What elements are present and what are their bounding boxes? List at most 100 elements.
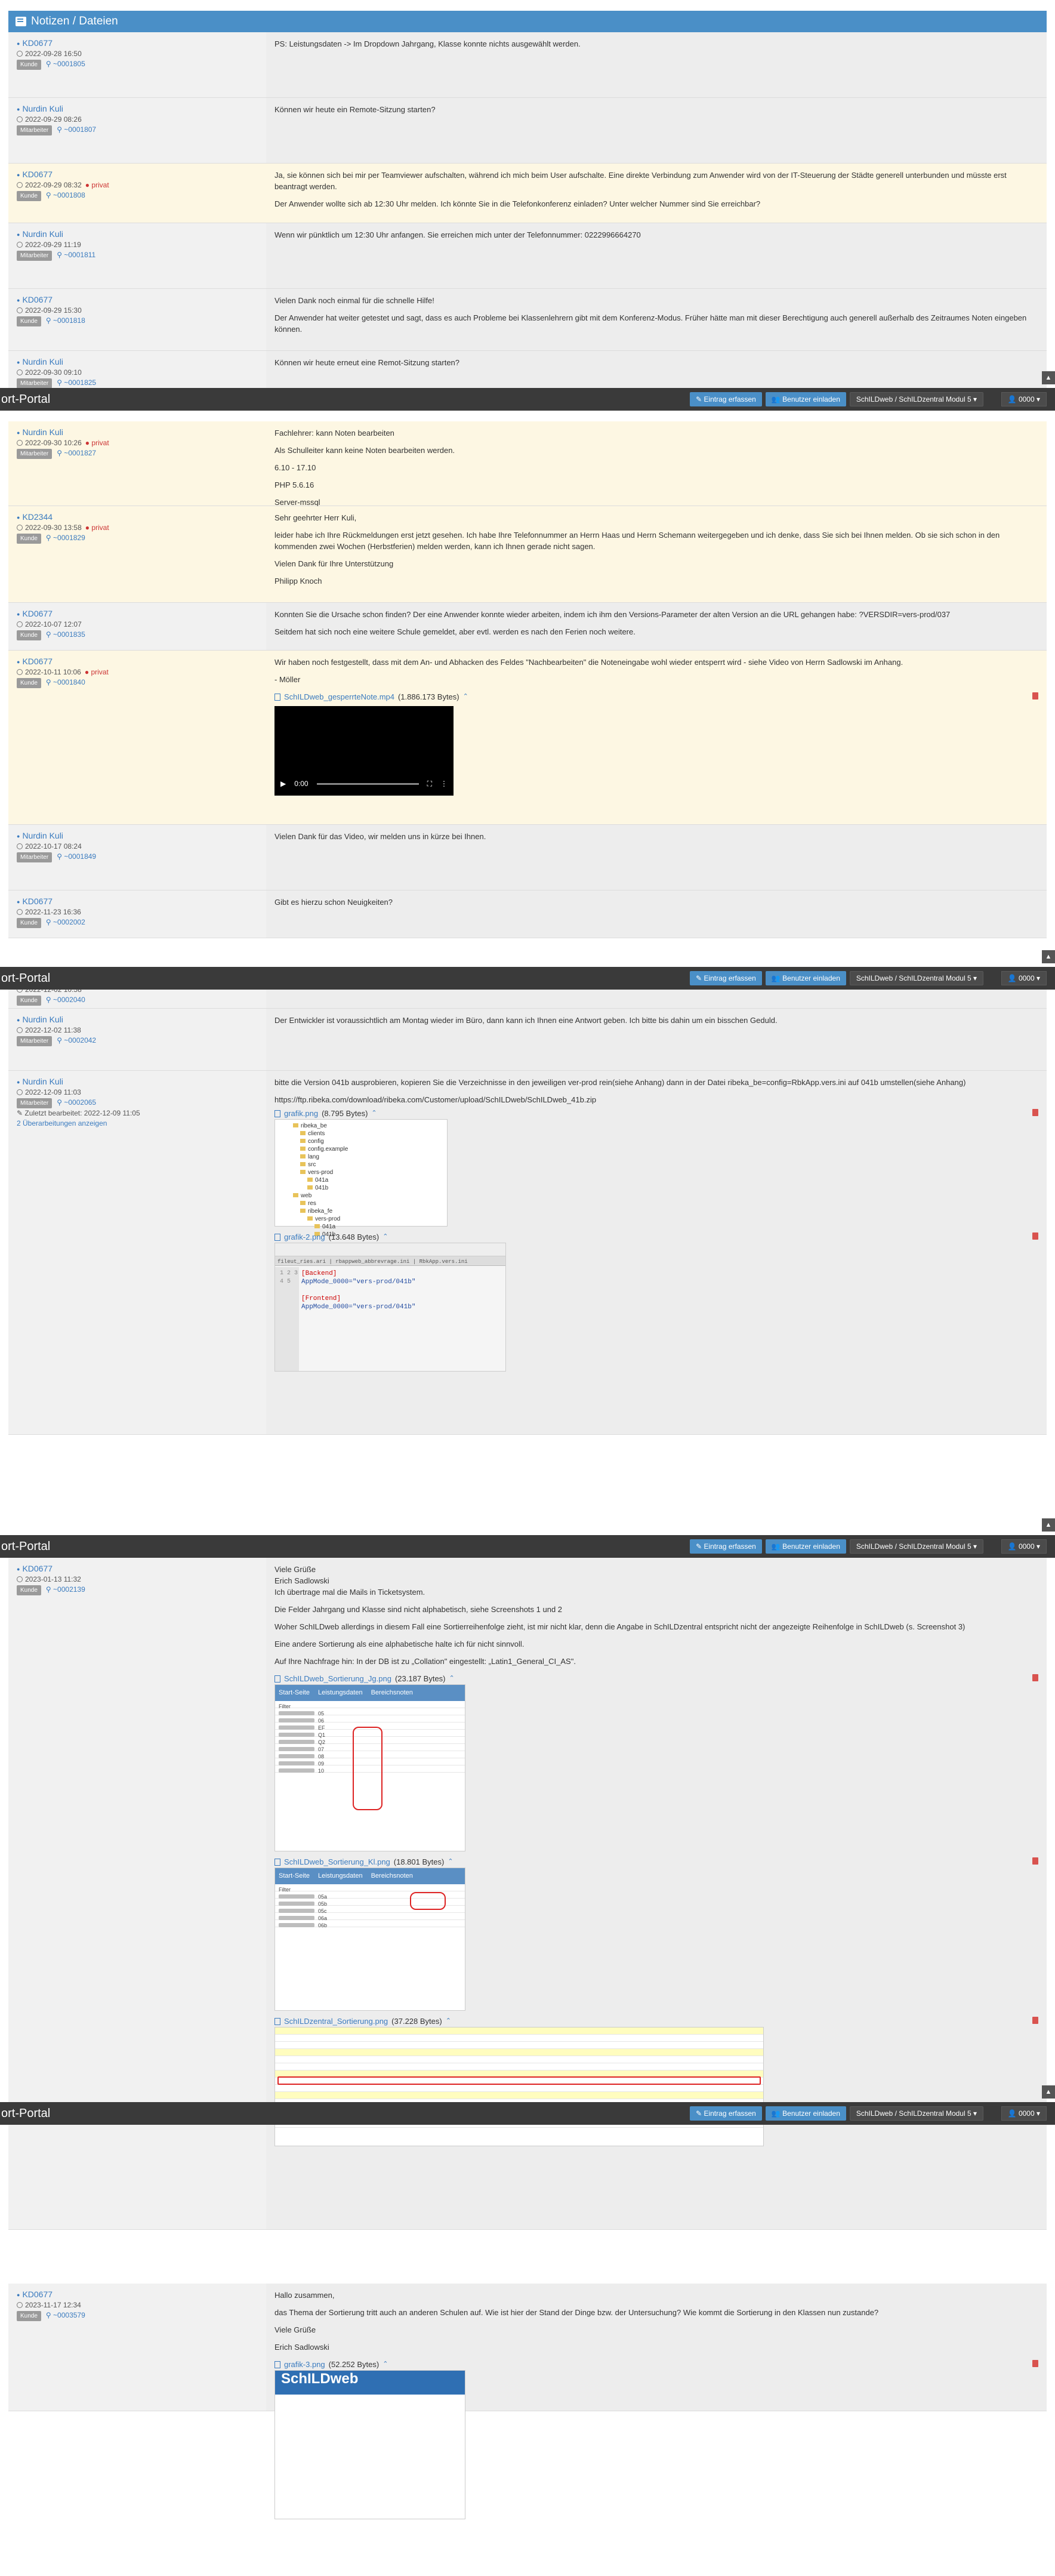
- chevron-up-icon[interactable]: ⌃: [449, 1673, 455, 1684]
- post-author[interactable]: KD0677: [17, 2290, 258, 2300]
- file-icon: [274, 1675, 280, 1683]
- user-menu[interactable]: 👤 0000 ▾: [1001, 2106, 1047, 2121]
- post-author[interactable]: KD0677: [17, 38, 258, 49]
- entry-button[interactable]: ✎ Eintrag erfassen: [690, 2106, 762, 2121]
- post-author[interactable]: Nurdin Kuli: [17, 1077, 258, 1087]
- clock-icon: [17, 525, 23, 531]
- chevron-up-icon[interactable]: ⌃: [382, 2359, 388, 2370]
- post-ref-link[interactable]: ⚲ ~0001808: [46, 191, 85, 199]
- trash-icon[interactable]: [1032, 2360, 1038, 2367]
- video-progress[interactable]: [316, 782, 419, 785]
- clock-icon: [17, 909, 23, 915]
- post-author[interactable]: KD0677: [17, 657, 258, 667]
- chevron-up-icon[interactable]: ⌃: [463, 691, 468, 702]
- post-text: Sehr geehrter Herr Kuli,: [274, 513, 357, 522]
- post-ref-link[interactable]: ⚲ ~0001805: [46, 60, 85, 68]
- invite-button[interactable]: 👥 Benutzer einladen: [765, 971, 846, 985]
- post-author[interactable]: KD0677: [17, 896, 258, 907]
- entry-button[interactable]: ✎ Eintrag erfassen: [690, 392, 762, 406]
- post-ref-link[interactable]: ⚲ ~0002042: [57, 1036, 96, 1044]
- chevron-up-icon[interactable]: ⌃: [448, 1856, 453, 1868]
- post-author[interactable]: Nurdin Kuli: [17, 229, 258, 240]
- trash-icon[interactable]: [1032, 1109, 1038, 1116]
- trash-icon[interactable]: [1032, 692, 1038, 700]
- trash-icon[interactable]: [1032, 1857, 1038, 1865]
- download-link[interactable]: https://ftp.ribeka.com/download/ribeka.c…: [274, 1094, 1038, 1105]
- filter-row: Filter: [275, 1701, 465, 1709]
- trash-icon[interactable]: [1032, 2017, 1038, 2024]
- user-menu[interactable]: 👤 0000 ▾: [1001, 971, 1047, 985]
- post-text: Vielen Dank für Ihre Unterstützung: [274, 559, 394, 568]
- more-icon[interactable]: ⋮: [440, 778, 448, 790]
- chevron-up-icon[interactable]: ⌃: [371, 1108, 377, 1119]
- post-author[interactable]: KD0677: [17, 609, 258, 620]
- attachment-name[interactable]: SchILDweb_Sortierung_Kl.png: [284, 1856, 390, 1868]
- post-author[interactable]: Nurdin Kuli: [17, 831, 258, 842]
- post-author[interactable]: KD2344: [17, 512, 258, 523]
- attachment-name[interactable]: grafik-2.png: [284, 1231, 325, 1243]
- post-author[interactable]: Nurdin Kuli: [17, 427, 258, 438]
- post-ref-link[interactable]: ⚲ ~0001849: [57, 852, 96, 861]
- post-author[interactable]: KD0677: [17, 170, 258, 180]
- post-ref-link[interactable]: ⚲ ~0002065: [57, 1098, 96, 1107]
- post: Nurdin Kuli2022-12-02 11:38Mitarbeiter ⚲ …: [8, 1009, 1047, 1071]
- play-icon[interactable]: ▶: [280, 778, 286, 790]
- post: KD06772022-09-29 08:32● privatKunde ⚲ ~00…: [8, 164, 1047, 223]
- post-ref-link[interactable]: ⚲ ~0001807: [57, 125, 96, 134]
- post-meta: Nurdin Kuli2022-09-30 10:26● privatMitar…: [8, 421, 266, 506]
- attachment-name[interactable]: SchILDweb_gesperrteNote.mp4: [284, 691, 394, 702]
- trash-icon[interactable]: [1032, 1674, 1038, 1681]
- post-ref-link[interactable]: ⚲ ~0002002: [46, 918, 85, 926]
- show-revisions-link[interactable]: 2 Überarbeitungen anzeigen: [17, 1118, 258, 1129]
- attachment-name[interactable]: grafik.png: [284, 1108, 318, 1119]
- post-author[interactable]: KD0677: [17, 295, 258, 306]
- chevron-up-icon[interactable]: ⌃: [382, 1231, 388, 1243]
- module-select[interactable]: SchILDweb / SchILDzentral Modul 5 ▾: [849, 2106, 983, 2121]
- user-menu[interactable]: 👤 0000 ▾: [1001, 1539, 1047, 1554]
- post-ref-link[interactable]: ⚲ ~0001811: [57, 251, 95, 259]
- code-line: [Backend]: [301, 1270, 337, 1277]
- post-ref-row: Kunde ⚲ ~0001840: [17, 677, 258, 688]
- post-ref-row: Kunde ⚲ ~0002002: [17, 917, 258, 928]
- post-date: 2022-09-29 08:32 ● privat: [17, 180, 258, 190]
- post-ref-link[interactable]: ⚲ ~0001827: [57, 449, 96, 457]
- post-author[interactable]: Nurdin Kuli: [17, 1015, 258, 1025]
- scroll-top-button[interactable]: ▲: [1042, 1518, 1055, 1532]
- post-ref-link[interactable]: ⚲ ~0001835: [46, 630, 85, 639]
- scroll-top-button[interactable]: ▲: [1042, 950, 1055, 963]
- post-author[interactable]: Nurdin Kuli: [17, 357, 258, 368]
- post-author[interactable]: KD0677: [17, 1564, 258, 1574]
- attachment-name[interactable]: SchILDweb_Sortierung_Jg.png: [284, 1673, 391, 1684]
- post-meta: KD06772022-09-29 15:30Kunde ⚲ ~0001818: [8, 289, 266, 350]
- scroll-top-button[interactable]: ▲: [1042, 371, 1055, 384]
- entry-button[interactable]: ✎ Eintrag erfassen: [690, 971, 762, 985]
- private-flag: ● privat: [85, 439, 109, 447]
- fullscreen-icon[interactable]: ⛶: [427, 778, 432, 790]
- invite-button[interactable]: 👥 Benutzer einladen: [765, 392, 846, 406]
- video-player[interactable]: ▶ 0:00 ⛶ ⋮: [274, 706, 454, 796]
- entry-button[interactable]: ✎ Eintrag erfassen: [690, 1539, 762, 1554]
- post-author[interactable]: Nurdin Kuli: [17, 104, 258, 115]
- post-ref-link[interactable]: ⚲ ~0001825: [57, 378, 96, 387]
- post-ref-link[interactable]: ⚲ ~0001829: [46, 534, 85, 542]
- user-menu[interactable]: 👤 0000 ▾: [1001, 392, 1047, 406]
- invite-button[interactable]: 👥 Benutzer einladen: [765, 1539, 846, 1554]
- attachment-name[interactable]: grafik-3.png: [284, 2359, 325, 2370]
- post: Nurdin Kuli2022-09-29 11:19Mitarbeiter ⚲ …: [8, 223, 1047, 289]
- post-ref-link[interactable]: ⚲ ~0002040: [46, 996, 85, 1004]
- trash-icon[interactable]: [1032, 1232, 1038, 1240]
- scroll-top-button[interactable]: ▲: [1042, 2085, 1055, 2099]
- module-select[interactable]: SchILDweb / SchILDzentral Modul 5 ▾: [849, 392, 983, 406]
- post-ref-link[interactable]: ⚲ ~0003579: [46, 2311, 85, 2319]
- post-ref-link[interactable]: ⚲ ~0001840: [46, 678, 85, 686]
- highlight-oval: [410, 1892, 446, 1910]
- module-select[interactable]: SchILDweb / SchILDzentral Modul 5 ▾: [849, 971, 983, 985]
- attachment-name[interactable]: SchILDzentral_Sortierung.png: [284, 2016, 388, 2027]
- invite-button[interactable]: 👥 Benutzer einladen: [765, 2106, 846, 2121]
- post-ref-link[interactable]: ⚲ ~0002139: [46, 1585, 85, 1594]
- module-select[interactable]: SchILDweb / SchILDzentral Modul 5 ▾: [849, 1539, 983, 1554]
- post-ref-link[interactable]: ⚲ ~0001818: [46, 316, 85, 325]
- screenshot-editor: fileut_ries.ari | rbappweb_abbrevrage.in…: [274, 1243, 506, 1372]
- chevron-up-icon[interactable]: ⌃: [446, 2016, 451, 2027]
- clock-icon: [17, 242, 23, 248]
